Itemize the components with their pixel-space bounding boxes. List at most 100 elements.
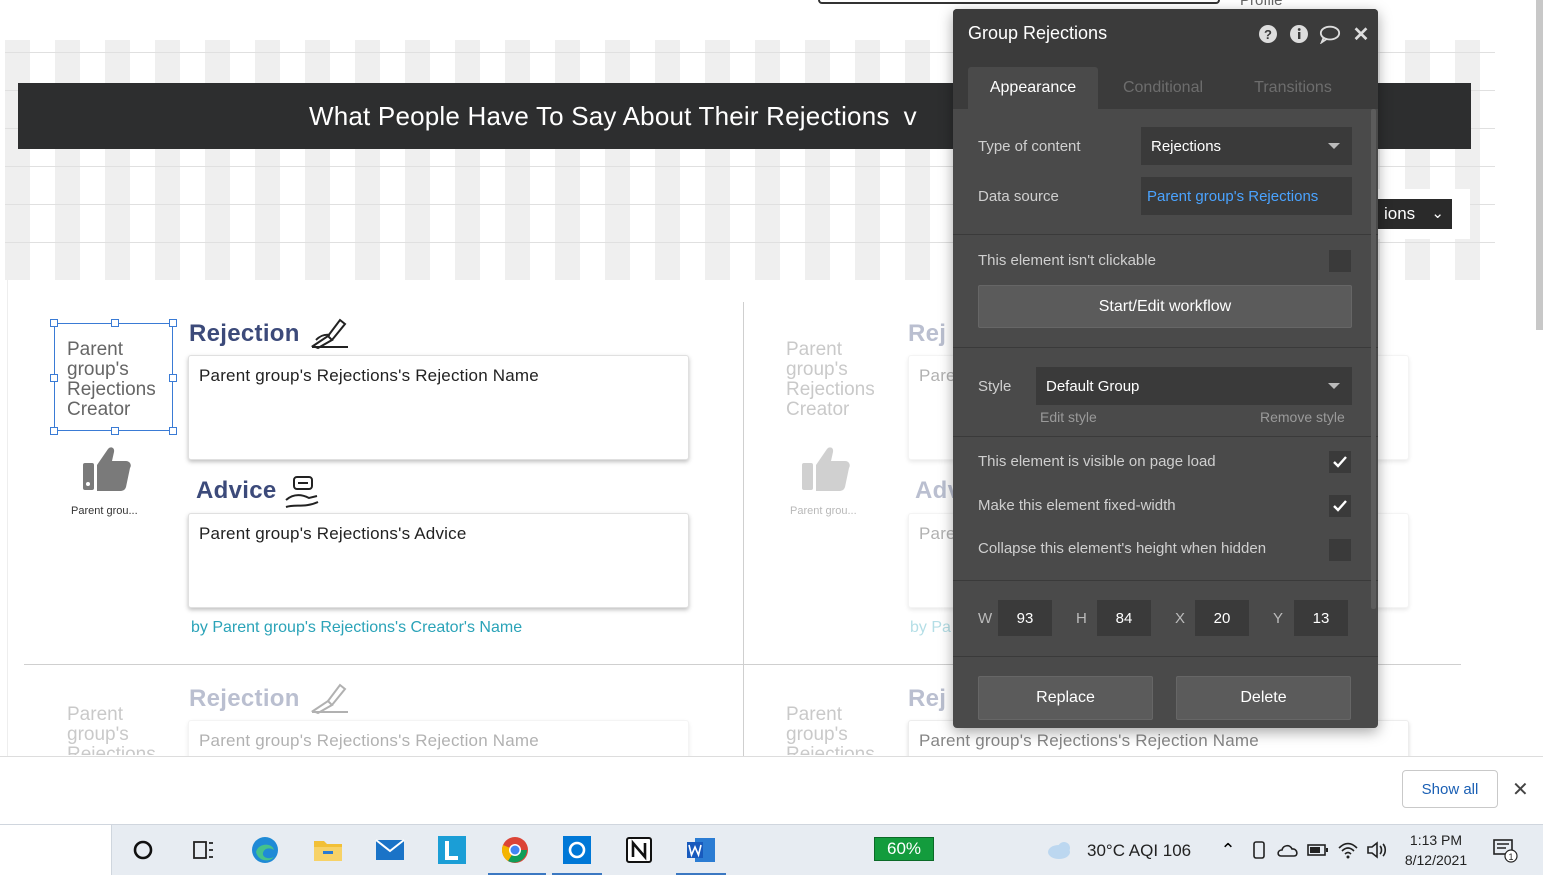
data-source-field[interactable]: Parent group's Rejections [1141, 177, 1352, 215]
filter-dropdown-label: ions [1384, 204, 1416, 223]
task-view-icon[interactable] [188, 835, 218, 865]
show-all-button[interactable]: Show all [1402, 770, 1498, 808]
l-app-icon[interactable] [437, 835, 467, 865]
word-icon[interactable] [686, 835, 716, 865]
replace-button[interactable]: Replace [978, 676, 1153, 720]
width-label: W [978, 610, 993, 627]
tab-transitions[interactable]: Transitions [1233, 67, 1353, 109]
style-dropdown[interactable]: Default Group [1036, 367, 1352, 405]
mail-icon[interactable] [375, 835, 405, 865]
resize-handle[interactable] [111, 319, 119, 327]
comment-icon[interactable] [1319, 23, 1341, 45]
panel-scrollbar[interactable] [1371, 109, 1376, 609]
property-editor-panel[interactable]: Group Rejections ? ✕ Appearance Conditio… [953, 9, 1378, 728]
fixed-width-checkbox[interactable] [1329, 495, 1351, 517]
edge-browser-icon[interactable] [250, 835, 280, 865]
creator-avatar-text[interactable]: Parent group's Rejections Creator [786, 705, 874, 755]
weather-cloud-icon[interactable] [1045, 835, 1075, 865]
resize-handle[interactable] [111, 427, 119, 435]
chevron-down-icon: ⌄ [1431, 205, 1444, 222]
remove-style-link[interactable]: Remove style [1260, 409, 1345, 425]
page-scrollbar[interactable] [1536, 0, 1543, 330]
type-of-content-dropdown[interactable]: Rejections [1141, 127, 1352, 165]
fixed-width-label: Make this element fixed-width [978, 497, 1176, 514]
chrome-icon[interactable] [500, 835, 530, 865]
clock-time: 1:13 PM [1409, 832, 1463, 848]
notion-icon[interactable] [624, 835, 654, 865]
panel-header[interactable]: Group Rejections ? ✕ [953, 9, 1378, 61]
creator-avatar-text[interactable]: Parent group's Rejections Creator [786, 340, 874, 418]
volume-icon[interactable] [1362, 835, 1392, 865]
advice-text: Pare [919, 524, 956, 543]
resize-handle[interactable] [169, 374, 177, 382]
rejection-name-card[interactable]: Parent group's Rejections's Rejection Na… [188, 355, 689, 460]
x-label: X [1175, 610, 1186, 627]
collapse-when-hidden-checkbox[interactable] [1329, 539, 1351, 561]
system-clock[interactable]: 1:13 PM 8/12/2021 [1398, 830, 1474, 870]
style-value: Default Group [1046, 377, 1140, 395]
resize-handle[interactable] [169, 319, 177, 327]
weather-text[interactable]: 30°C AQI 106 [1087, 841, 1191, 861]
rejection-heading: Rejection [189, 320, 300, 347]
creator-name-byline: by Parent group's Rejections's Creator's… [191, 619, 523, 636]
cortana-app-icon[interactable] [562, 835, 592, 865]
writing-hand-icon [310, 318, 348, 350]
page-title: What People Have To Say About Their Reje… [309, 101, 917, 132]
resize-handle[interactable] [50, 374, 58, 382]
not-clickable-checkbox[interactable] [1329, 250, 1351, 272]
resize-handle[interactable] [169, 427, 177, 435]
tab-appearance[interactable]: Appearance [968, 67, 1098, 109]
clock-date: 8/12/2021 [1404, 852, 1468, 868]
help-icon[interactable]: ? [1257, 23, 1279, 45]
x-input[interactable]: 20 [1195, 600, 1249, 636]
selection-outline[interactable] [54, 323, 173, 431]
y-label: Y [1273, 610, 1284, 627]
filter-dropdown[interactable]: ions ⌄ [1368, 199, 1452, 229]
resize-handle[interactable] [50, 319, 58, 327]
notifications-icon[interactable]: 1 [1490, 835, 1520, 865]
wifi-icon[interactable] [1333, 835, 1363, 865]
y-input[interactable]: 13 [1294, 600, 1348, 636]
page-title-text: What People Have To Say About Their Reje… [309, 100, 890, 131]
rejection-heading: Rej [908, 320, 947, 347]
creator-avatar-text[interactable]: Parent group's Rejections Creator [67, 705, 177, 755]
top-input-field[interactable] [818, 0, 1220, 4]
height-label: H [1076, 610, 1087, 627]
height-input[interactable]: 84 [1097, 600, 1151, 636]
rejection-name-card[interactable]: Parent group's Rejections's Rejection Na… [188, 720, 689, 760]
rejection-heading: Rej [908, 685, 947, 712]
info-icon[interactable] [1288, 23, 1310, 45]
thumb-caption: Parent grou... [790, 505, 857, 517]
file-explorer-icon[interactable] [313, 835, 343, 865]
panel-separator [953, 234, 1378, 235]
onedrive-icon[interactable] [1273, 835, 1303, 865]
panel-separator [953, 580, 1378, 581]
thumb-caption: Parent grou... [71, 505, 138, 517]
chevron-up-icon[interactable]: ⌃ [1213, 835, 1243, 865]
rejection-name-text: Pare [919, 366, 956, 385]
start-edit-workflow-button[interactable]: Start/Edit workflow [978, 285, 1352, 328]
thumbs-up-icon[interactable] [801, 443, 851, 493]
advice-card[interactable]: Parent group's Rejections's Advice [188, 513, 689, 608]
close-icon[interactable]: ✕ [1350, 23, 1372, 46]
close-icon[interactable]: ✕ [1512, 777, 1529, 802]
thumbs-up-icon[interactable] [82, 443, 132, 493]
type-of-content-value: Rejections [1151, 137, 1222, 155]
edit-style-link[interactable]: Edit style [1040, 409, 1097, 425]
not-clickable-label: This element isn't clickable [978, 252, 1156, 269]
taskbar-search-area[interactable] [0, 825, 112, 875]
delete-button[interactable]: Delete [1176, 676, 1351, 720]
data-source-label: Data source [978, 188, 1059, 205]
cortana-icon[interactable] [128, 835, 158, 865]
tab-conditional[interactable]: Conditional [1103, 67, 1223, 109]
download-bar: Show all ✕ [0, 756, 1543, 824]
rejection-name-text: Parent group's Rejections's Rejection Na… [919, 731, 1259, 750]
visible-on-load-checkbox[interactable] [1329, 451, 1351, 473]
resize-handle[interactable] [50, 427, 58, 435]
battery-percentage-badge[interactable]: 60% [874, 837, 934, 861]
visible-on-load-label: This element is visible on page load [978, 453, 1216, 470]
panel-title: Group Rejections [968, 23, 1108, 43]
battery-icon[interactable] [1303, 835, 1333, 865]
phone-link-icon[interactable] [1244, 835, 1274, 865]
width-input[interactable]: 93 [998, 600, 1052, 636]
